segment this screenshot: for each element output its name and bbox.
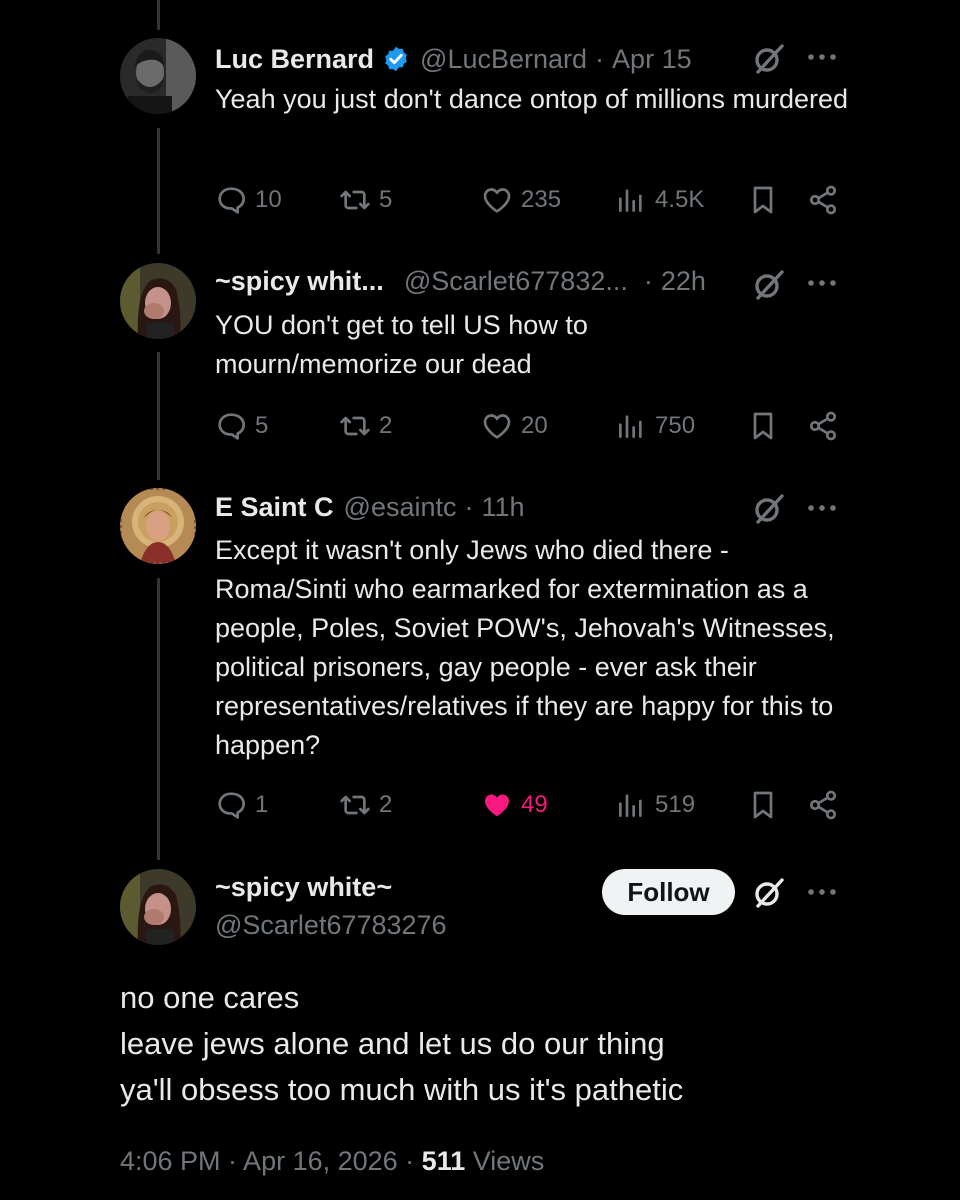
tweet-text-line: no one cares	[120, 980, 300, 1015]
views-label: Views	[465, 1146, 545, 1176]
grok-icon[interactable]	[752, 876, 786, 910]
avatar[interactable]	[120, 869, 196, 945]
tweet-meta: 4:06 PM · Apr 16, 2026 · 511 Views	[120, 1146, 544, 1177]
tweet-text-line: leave jews alone and let us do our thing	[120, 1026, 665, 1061]
follow-button[interactable]: Follow	[602, 869, 735, 915]
author-handle[interactable]: @Scarlet67783276	[215, 910, 447, 941]
main-tweet: ~spicy white~ @Scarlet67783276 Follow no…	[0, 0, 960, 1200]
view-count: 511	[421, 1146, 466, 1176]
more-options-icon[interactable]	[806, 887, 838, 897]
tweet-text: no one cares leave jews alone and let us…	[120, 975, 880, 1113]
timestamp[interactable]: 4:06 PM · Apr 16, 2026 ·	[120, 1146, 422, 1176]
author-name[interactable]: ~spicy white~	[215, 872, 392, 903]
tweet-text-line: ya'll obsess too much with us it's pathe…	[120, 1072, 684, 1107]
